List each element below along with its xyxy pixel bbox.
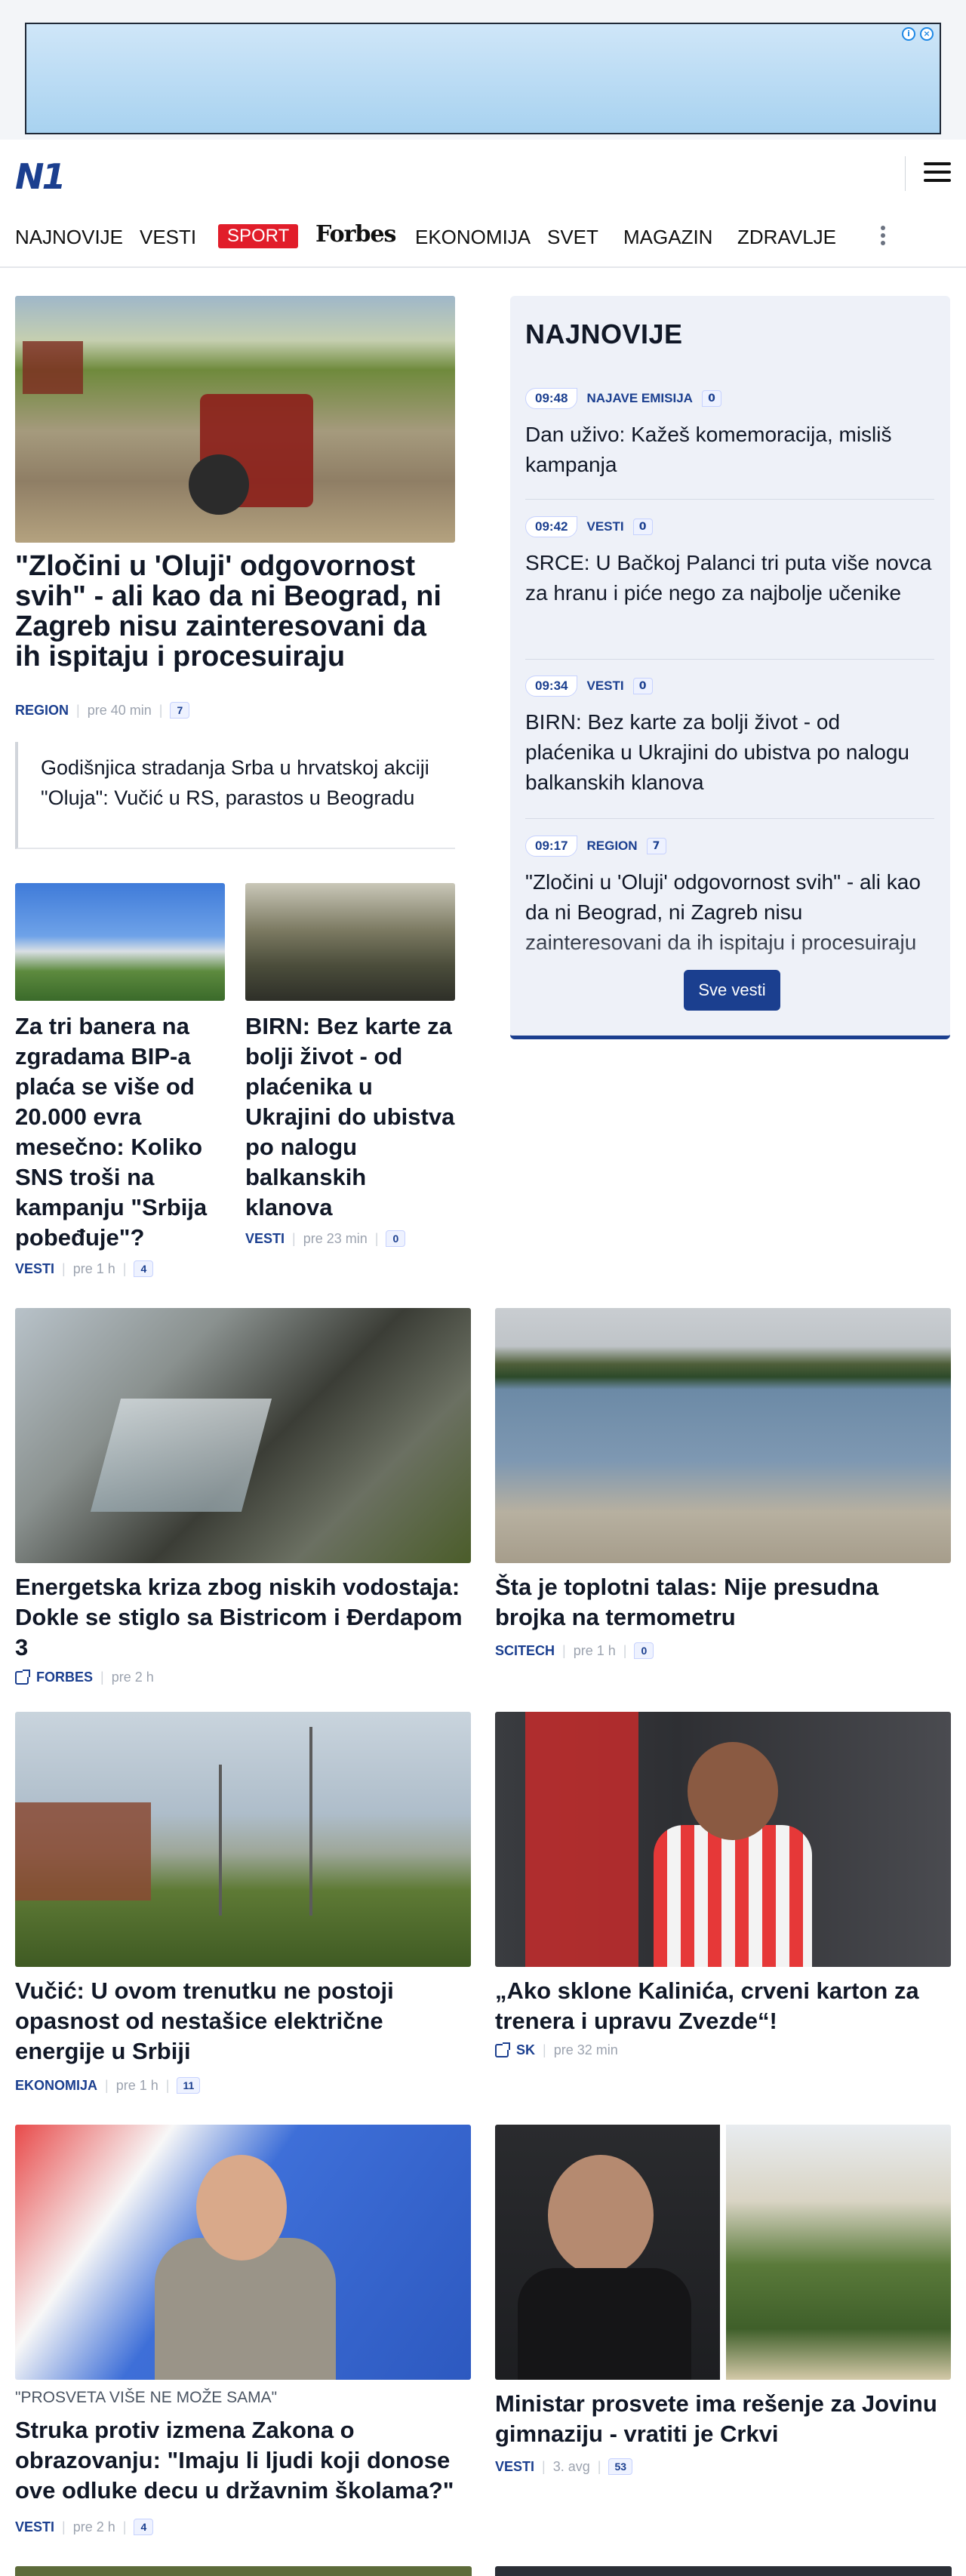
category-label[interactable]: VESTI (15, 2519, 54, 2535)
latest-item[interactable]: 09:48 NAJAVE EMISIJA 0 Dan uživo: Kažeš … (525, 388, 934, 500)
article-kicker: "PROSVETA VIŠE NE MOŽE SAMA" (15, 2389, 278, 2406)
related-article[interactable]: Godišnjica stradanja Srba u hrvatskoj ak… (15, 742, 455, 849)
category-label[interactable]: FORBES (36, 1670, 93, 1685)
article-title[interactable]: Ministar prosvete ima rešenje za Jovinu … (495, 2389, 951, 2449)
article-meta: SK | pre 32 min (495, 2042, 618, 2058)
card-image[interactable] (245, 883, 455, 1001)
article-meta: VESTI | pre 2 h | 4 (15, 2519, 154, 2535)
comment-count[interactable]: 0 (632, 519, 653, 535)
latest-item[interactable]: 09:42 VESTI 0 SRCE: U Bačkoj Palanci tri… (525, 516, 934, 660)
article-meta: SCITECH | pre 1 h | 0 (495, 1642, 654, 1659)
time-badge: 09:17 (525, 836, 578, 857)
close-icon[interactable]: × (920, 27, 934, 41)
category-label[interactable]: VESTI (495, 2459, 534, 2475)
main-nav: NAJNOVIJE VESTI SPORT Forbes EKONOMIJA S… (0, 208, 966, 268)
card-meta: VESTI | pre 23 min | 0 (245, 1230, 406, 1247)
category-label[interactable]: SK (516, 2042, 535, 2058)
article-title[interactable]: „Ako sklone Kalinića, crveni karton za t… (495, 1976, 951, 2036)
article-meta: VESTI | 3. avg | 53 (495, 2458, 633, 2475)
article-title[interactable]: Vučić: U ovom trenutku ne postoji opasno… (15, 1976, 471, 2067)
time-label: pre 2 h (111, 1670, 154, 1685)
article-title[interactable]: Energetska kriza zbog niskih vodostaja: … (15, 1572, 471, 1663)
category-label[interactable]: SCITECH (495, 1643, 555, 1659)
time-label: 3. avg (552, 2458, 590, 2474)
comment-count[interactable]: 53 (608, 2458, 633, 2475)
time-label: pre 2 h (72, 2519, 115, 2534)
external-link-icon (495, 2042, 510, 2057)
category-label[interactable]: NAJAVE EMISIJA (586, 391, 692, 406)
latest-news-panel: NAJNOVIJE 09:48 NAJAVE EMISIJA 0 Dan uži… (510, 296, 950, 1039)
site-header: N1 (0, 140, 966, 208)
card-image[interactable] (15, 883, 225, 1001)
category-label[interactable]: VESTI (245, 1231, 285, 1247)
category-label[interactable]: EKONOMIJA (15, 2078, 97, 2094)
article-image[interactable] (495, 2125, 951, 2380)
card-title[interactable]: Za tri banera na zgradama BIP-a plaća se… (15, 1011, 225, 1253)
article-image[interactable] (15, 1712, 471, 1967)
lead-image[interactable] (15, 296, 455, 543)
ad-banner[interactable]: i × (25, 23, 941, 134)
latest-title: BIRN: Bez karte za bolji život - od plać… (525, 710, 909, 794)
time-label: pre 1 h (115, 2077, 158, 2093)
all-news-button[interactable]: Sve vesti (684, 970, 780, 1011)
ad-banner-area: i × (0, 0, 966, 140)
category-label[interactable]: VESTI (15, 1261, 54, 1277)
article-image[interactable] (495, 2566, 952, 2576)
comment-count[interactable]: 11 (177, 2077, 201, 2094)
header-divider (905, 156, 906, 191)
site-logo[interactable]: N1 (15, 156, 66, 197)
comment-count[interactable]: 0 (634, 1642, 654, 1659)
article-image[interactable] (495, 1712, 951, 1967)
comment-count[interactable]: 7 (646, 838, 666, 854)
nav-item-svet[interactable]: SVET (547, 226, 598, 249)
comment-count[interactable]: 0 (701, 390, 721, 407)
comment-count[interactable]: 0 (632, 678, 653, 694)
nav-item-najnovije[interactable]: NAJNOVIJE (15, 226, 123, 249)
nav-item-magazin[interactable]: MAGAZIN (623, 226, 712, 249)
latest-heading: NAJNOVIJE (525, 319, 683, 349)
comment-count[interactable]: 0 (386, 1230, 406, 1247)
comment-count[interactable]: 7 (170, 702, 190, 719)
article-image[interactable] (495, 1308, 951, 1563)
category-label[interactable]: REGION (15, 703, 69, 719)
article-title[interactable]: Struka protiv izmena Zakona o obrazovanj… (15, 2415, 471, 2506)
lead-title[interactable]: "Zločini u 'Oluji' odgovornost svih" - a… (15, 551, 455, 672)
comment-count[interactable]: 4 (134, 2519, 154, 2535)
comment-count[interactable]: 4 (134, 1260, 154, 1277)
latest-item[interactable]: 09:34 VESTI 0 BIRN: Bez karte za bolji ž… (525, 676, 934, 819)
article-image[interactable] (15, 1308, 471, 1563)
time-badge: 09:42 (525, 516, 578, 537)
more-vertical-icon[interactable] (881, 226, 887, 248)
hamburger-icon[interactable] (924, 162, 951, 185)
time-badge: 09:48 (525, 388, 578, 409)
time-label: pre 1 h (72, 1260, 115, 1276)
time-label: pre 32 min (553, 2042, 618, 2057)
external-link-icon (15, 1669, 30, 1685)
card-meta: VESTI | pre 1 h | 4 (15, 1260, 154, 1277)
time-label: pre 1 h (573, 1642, 616, 1658)
category-label[interactable]: REGION (586, 839, 637, 854)
nav-item-sport[interactable]: SPORT (218, 224, 299, 248)
info-icon[interactable]: i (902, 27, 915, 41)
article-meta: FORBES | pre 2 h (15, 1669, 154, 1685)
article-image[interactable] (15, 2566, 472, 2576)
nav-item-forbes[interactable]: Forbes (315, 221, 396, 248)
card-title[interactable]: BIRN: Bez karte za bolji život - od plać… (245, 1011, 455, 1223)
time-badge: 09:34 (525, 676, 578, 697)
related-title: Godišnjica stradanja Srba u hrvatskoj ak… (41, 756, 429, 809)
nav-item-vesti[interactable]: VESTI (140, 226, 196, 249)
nav-item-zdravlje[interactable]: ZDRAVLJE (737, 226, 836, 249)
lead-meta: REGION | pre 40 min | 7 (15, 702, 190, 719)
time-label: pre 23 min (303, 1230, 368, 1246)
article-title[interactable]: Šta je toplotni talas: Nije presudna bro… (495, 1572, 951, 1633)
article-meta: EKONOMIJA | pre 1 h | 11 (15, 2077, 201, 2094)
article-image[interactable] (15, 2125, 471, 2380)
time-label: pre 40 min (87, 702, 152, 718)
category-label[interactable]: VESTI (586, 519, 623, 534)
nav-item-ekonomija[interactable]: EKONOMIJA (415, 226, 531, 249)
category-label[interactable]: VESTI (586, 679, 623, 694)
latest-title: Dan uživo: Kažeš komemoracija, misliš ka… (525, 423, 892, 476)
latest-title: SRCE: U Bačkoj Palanci tri puta više nov… (525, 551, 932, 605)
